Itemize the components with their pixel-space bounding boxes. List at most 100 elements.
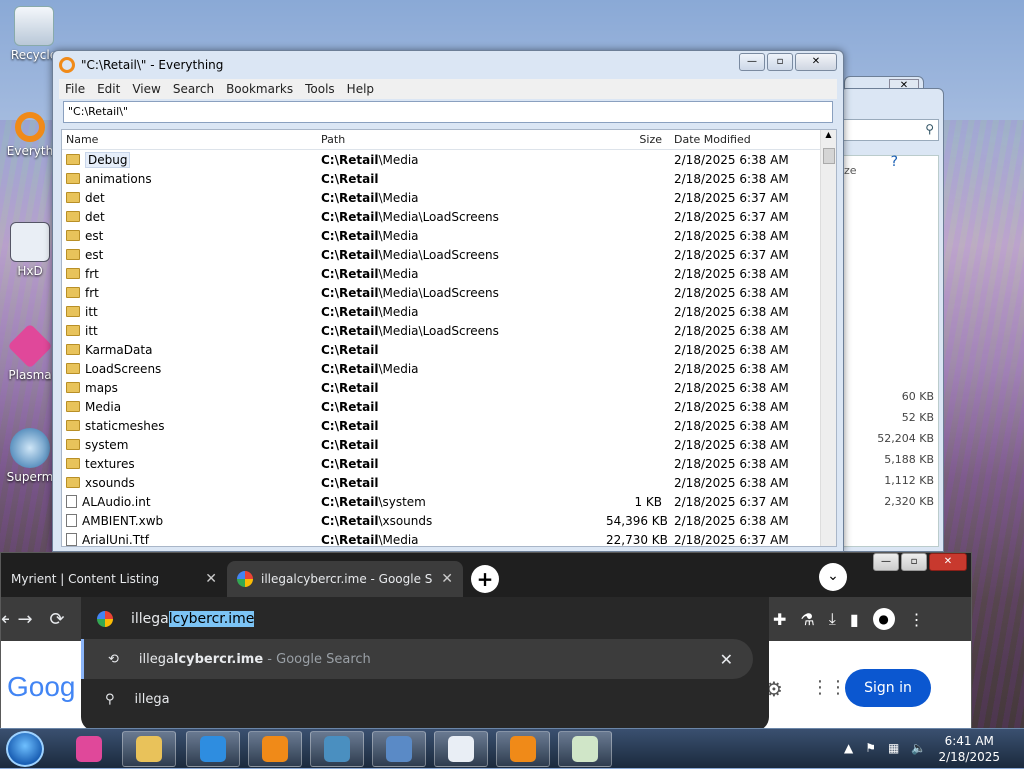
search-input[interactable]: "C:\Retail\" (63, 101, 833, 123)
taskbar-item-control[interactable] (372, 731, 426, 767)
column-header-path[interactable]: Path (318, 133, 606, 146)
new-tab-button[interactable]: + (471, 565, 499, 593)
remove-suggestion-icon[interactable]: ✕ (720, 650, 733, 669)
network-icon[interactable]: ▦ (888, 741, 899, 755)
suggestion-item[interactable]: ⚲ illega (81, 679, 769, 719)
column-header-name[interactable]: Name (62, 133, 318, 146)
taskbar-item-paint[interactable] (558, 731, 612, 767)
result-row[interactable]: est C:\Retail\Media 2/18/2025 6:38 AM (62, 226, 836, 245)
taskbar-item-ie[interactable] (186, 731, 240, 767)
result-row[interactable]: frt C:\Retail\Media 2/18/2025 6:38 AM (62, 264, 836, 283)
scroll-up-icon[interactable]: ▲ (821, 130, 836, 139)
result-path-match: C:\Retail (321, 247, 379, 262)
tab-myrient[interactable]: Myrient | Content Listing ✕ (1, 561, 227, 597)
menu-help[interactable]: Help (341, 82, 380, 96)
result-row[interactable]: Debug C:\Retail\Media 2/18/2025 6:38 AM (62, 150, 836, 169)
reload-icon[interactable]: ⟳ (41, 609, 73, 630)
clock[interactable]: 6:41 AM 2/18/2025 (938, 733, 1000, 765)
taskbar-item-plasma[interactable] (62, 731, 116, 767)
vertical-scrollbar[interactable]: ▲ (820, 130, 836, 546)
maximize-button[interactable]: ▫ (901, 553, 927, 571)
result-row[interactable]: maps C:\Retail 2/18/2025 6:38 AM (62, 378, 836, 397)
profile-avatar-icon[interactable]: ● (872, 608, 895, 630)
apps-grid-icon[interactable]: ⋮⋮ (811, 677, 847, 698)
result-path-match: C:\Retail (321, 494, 379, 509)
desktop-icon-supermium[interactable]: Superm (0, 428, 60, 484)
result-row[interactable]: det C:\Retail\Media\LoadScreens 2/18/2025 … (62, 207, 836, 226)
desktop-icon-everything[interactable]: Everyth (0, 112, 60, 158)
result-row[interactable]: frt C:\Retail\Media\LoadScreens 2/18/2025 … (62, 283, 836, 302)
desktop-icon-plasma[interactable]: Plasma (0, 323, 60, 382)
minimize-button[interactable]: — (739, 53, 765, 71)
menu-bookmarks[interactable]: Bookmarks (220, 82, 299, 96)
result-row[interactable]: est C:\Retail\Media\LoadScreens 2/18/2025 … (62, 245, 836, 264)
result-date: 2/18/2025 6:37 AM (674, 494, 789, 509)
result-row[interactable]: Media C:\Retail 2/18/2025 6:38 AM (62, 397, 836, 416)
taskbar-item-everything[interactable] (496, 731, 550, 767)
result-name-cell: Debug (62, 151, 318, 168)
everything-window[interactable]: "C:\Retail\" - Everything — ▫ ✕ File Edi… (52, 50, 844, 552)
chrome-window[interactable]: Myrient | Content Listing ✕ illegalcyber… (0, 552, 972, 731)
maximize-button[interactable]: ▫ (767, 53, 793, 71)
scrollbar-thumb[interactable] (823, 148, 835, 164)
explorer-search-field[interactable]: ⚲ (843, 119, 939, 141)
labs-flask-icon[interactable]: ⚗ (800, 610, 814, 629)
result-row[interactable]: AMBIENT.xwb C:\Retail\xsounds 54,396 KB 2/1… (62, 511, 836, 530)
background-explorer-window[interactable]: ⚲ ze ? 60 KB 52 KB 52,204 KB 5,188 KB 1,… (840, 88, 944, 552)
result-row[interactable]: det C:\Retail\Media 2/18/2025 6:37 AM (62, 188, 836, 207)
close-tab-icon[interactable]: ✕ (205, 571, 217, 587)
folder-icon (66, 382, 80, 393)
desktop-icon-hxd[interactable]: HxD (0, 222, 60, 278)
result-path-cell: C:\Retail\Media\LoadScreens (318, 248, 606, 262)
volume-icon[interactable]: 🔈 (911, 741, 926, 755)
result-row[interactable]: textures C:\Retail 2/18/2025 6:38 AM (62, 454, 836, 473)
menu-search[interactable]: Search (167, 82, 220, 96)
tab-search-button[interactable]: ⌄ (819, 563, 847, 591)
download-icon[interactable]: ⤓ (829, 609, 836, 629)
taskbar-item-supermium[interactable] (310, 731, 364, 767)
sign-in-button[interactable]: Sign in (845, 669, 931, 707)
close-button[interactable]: ✕ (795, 53, 837, 71)
title-bar[interactable]: "C:\Retail\" - Everything (53, 51, 843, 79)
side-panel-icon[interactable]: ▮ (850, 610, 859, 629)
tab-google-search[interactable]: illegalcybercr.ime - Google Search ✕ (227, 561, 463, 597)
result-row[interactable]: xsounds C:\Retail 2/18/2025 6:38 AM (62, 473, 836, 492)
results-list[interactable]: Name Path Size Date Modified Debug C:\Ret… (61, 129, 837, 547)
show-hidden-icons-icon[interactable]: ▲ (844, 741, 853, 755)
menu-dots-icon[interactable]: ⋮ (909, 610, 925, 629)
omnibox-text[interactable]: illegalcybercr.ime (131, 611, 255, 627)
result-row[interactable]: LoadScreens C:\Retail\Media 2/18/2025 6:38… (62, 359, 836, 378)
menu-tools[interactable]: Tools (299, 82, 341, 96)
omnibox[interactable]: illegalcybercr.ime (81, 597, 769, 641)
explorer-file-list[interactable]: ze ? 60 KB 52 KB 52,204 KB 5,188 KB 1,11… (843, 154, 939, 547)
omnibox-typed-text: illega (131, 611, 169, 627)
menu-edit[interactable]: Edit (91, 82, 126, 96)
result-row[interactable]: ArialUni.Ttf C:\Retail\Media 22,730 KB 2/18… (62, 530, 836, 546)
column-header-date[interactable]: Date Modified (666, 133, 816, 146)
suggestion-item[interactable]: ⟲ illegalcybercr.ime - Google Search ✕ (81, 639, 753, 679)
result-row[interactable]: system C:\Retail 2/18/2025 6:38 AM (62, 435, 836, 454)
result-row[interactable]: itt C:\Retail\Media 2/18/2025 6:38 AM (62, 302, 836, 321)
start-button[interactable] (6, 731, 44, 767)
action-center-flag-icon[interactable]: ⚑ (865, 741, 876, 755)
result-row[interactable]: staticmeshes C:\Retail 2/18/2025 6:38 AM (62, 416, 836, 435)
result-name-cell: xsounds (62, 476, 318, 490)
close-button[interactable]: ✕ (929, 553, 967, 571)
result-row[interactable]: itt C:\Retail\Media\LoadScreens 2/18/2025 … (62, 321, 836, 340)
taskbar-item-vlc[interactable] (248, 731, 302, 767)
back-icon[interactable]: ← (1, 609, 9, 630)
taskbar-item-explorer[interactable] (122, 731, 176, 767)
close-tab-icon[interactable]: ✕ (441, 571, 453, 587)
menu-file[interactable]: File (59, 82, 91, 96)
minimize-button[interactable]: — (873, 553, 899, 571)
extensions-icon[interactable]: ✚ (773, 610, 786, 629)
column-header-size[interactable]: Size (606, 133, 666, 146)
help-icon[interactable]: ? (891, 154, 898, 170)
forward-icon[interactable]: → (9, 609, 41, 630)
result-row[interactable]: KarmaData C:\Retail 2/18/2025 6:38 AM (62, 340, 836, 359)
taskbar-item-hxd[interactable] (434, 731, 488, 767)
result-row[interactable]: ALAudio.int C:\Retail\system 1 KB 2/18/2025… (62, 492, 836, 511)
menu-view[interactable]: View (126, 82, 166, 96)
tab-strip: Myrient | Content Listing ✕ illegalcyber… (1, 553, 971, 597)
result-row[interactable]: animations C:\Retail 2/18/2025 6:38 AM (62, 169, 836, 188)
